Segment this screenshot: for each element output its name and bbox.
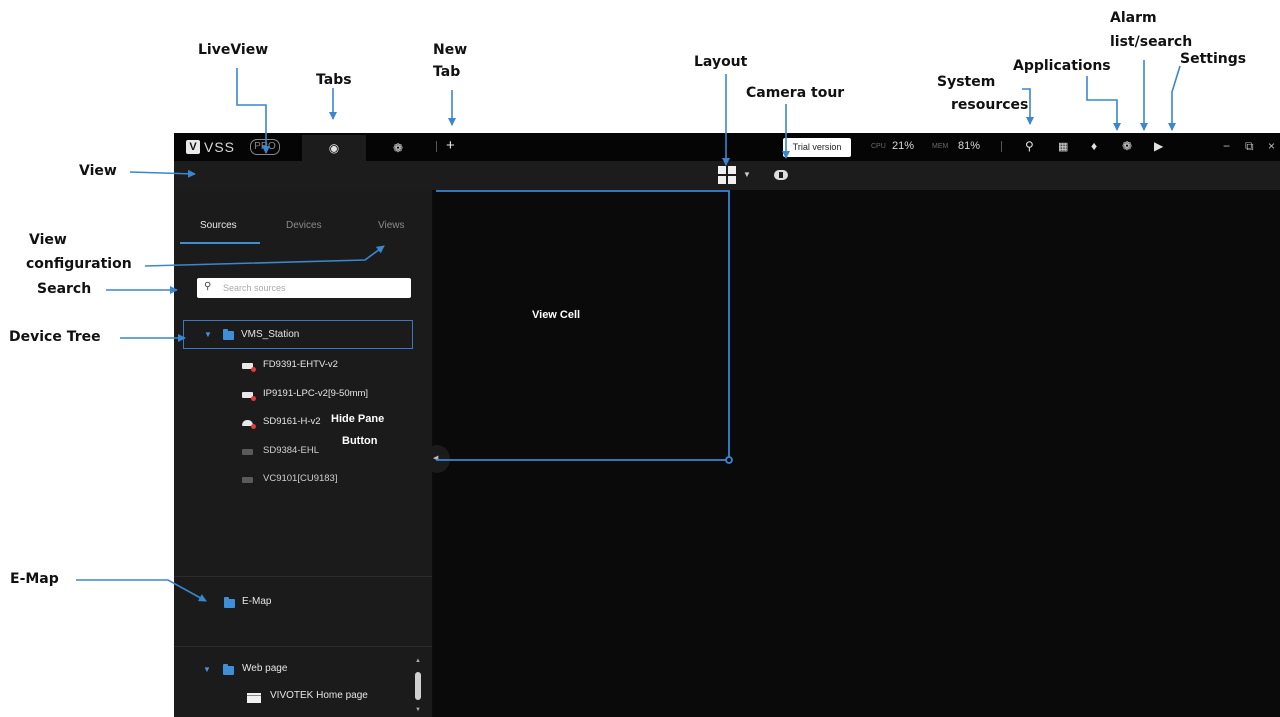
arrow-emap (76, 579, 207, 602)
arrow-settings (1168, 65, 1181, 131)
annotation-system-1: System (937, 74, 996, 90)
annotation-layout: Layout (694, 54, 748, 70)
annotation-new-tab-1: New (433, 42, 468, 58)
annotation-arrows (76, 60, 1181, 602)
annotation-applications: Applications (1013, 58, 1111, 74)
annotation-settings: Settings (1180, 51, 1247, 67)
annotation-tabs: Tabs (316, 72, 352, 88)
arrow-applications (1086, 76, 1121, 131)
annotation-liveview: LiveView (198, 42, 269, 58)
annotation-view-config-1: View (29, 232, 67, 248)
arrow-view (129, 169, 196, 178)
annotation-new-tab-2: Tab (433, 64, 461, 80)
annotation-view-config-2: configuration (26, 256, 132, 272)
arrow-liveview (236, 68, 270, 154)
annotation-alarm-1: Alarm (1110, 10, 1157, 26)
arrow-view-config (144, 245, 385, 267)
annotation-device-tree: Device Tree (9, 329, 101, 345)
annotation-emap: E-Map (10, 571, 59, 587)
annotation-search: Search (37, 281, 92, 297)
view-cell-handle (725, 456, 733, 464)
annotation-view: View (79, 163, 117, 179)
view-cell-outline (436, 190, 730, 461)
annotation-system-2: resources (951, 97, 1029, 113)
annotation-camera-tour: Camera tour (746, 85, 845, 101)
hide-pane-label-2: Button (342, 435, 378, 447)
view-cell-label: View Cell (532, 309, 581, 321)
hide-pane-label-1: Hide Pane (331, 413, 385, 425)
